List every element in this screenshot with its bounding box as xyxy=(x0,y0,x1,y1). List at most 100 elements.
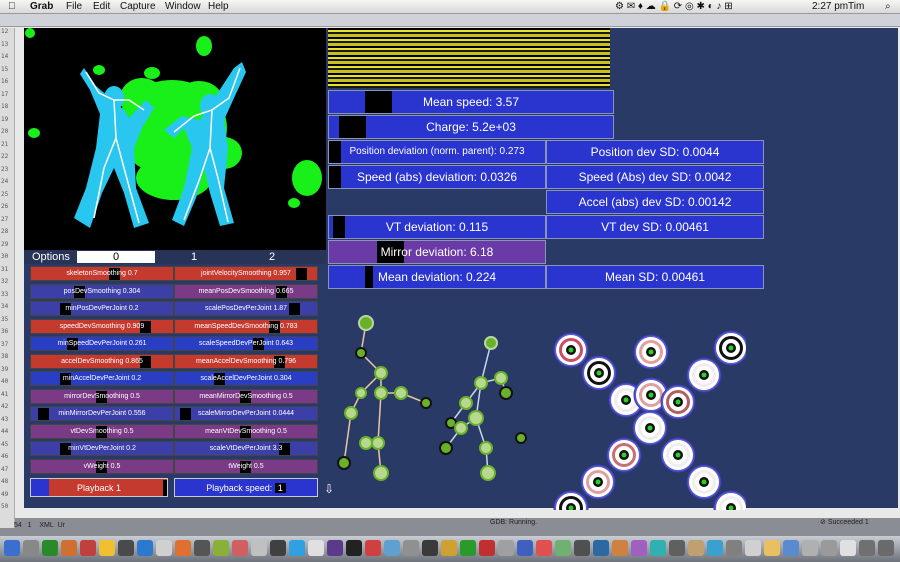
menubar-clock[interactable]: 2:27 pm xyxy=(812,0,848,13)
menubar-user[interactable]: Tim xyxy=(848,0,864,13)
dock-app-icon[interactable] xyxy=(593,540,609,556)
dock-app-icon[interactable] xyxy=(365,540,381,556)
dock-app-icon[interactable] xyxy=(460,540,476,556)
dock-app-icon[interactable] xyxy=(308,540,324,556)
param-label: tWeight 0.5 xyxy=(228,462,264,470)
param-slider-meanMirrorDevSmoothing[interactable]: meanMirrorDevSmoothing 0.5 xyxy=(174,388,318,404)
dock-app-icon[interactable] xyxy=(688,540,704,556)
param-slider-vtDevSmoothing[interactable]: vtDevSmoothing 0.5 xyxy=(30,423,174,439)
dock-app-icon[interactable] xyxy=(80,540,96,556)
param-slider-scaleMirrorDevPerJoint[interactable]: scaleMirrorDevPerJoint 0.0444 xyxy=(174,406,318,421)
param-slider-vWeight[interactable]: vWeight 0.5 xyxy=(30,458,174,474)
dock-app-icon[interactable] xyxy=(840,540,856,556)
dock-app-icon[interactable] xyxy=(536,540,552,556)
param-slider-speedDevSmoothing[interactable]: speedDevSmoothing 0.909 xyxy=(30,318,174,334)
param-knob[interactable] xyxy=(180,408,192,420)
dock-app-icon[interactable] xyxy=(555,540,571,556)
dock-app-icon[interactable] xyxy=(23,540,39,556)
dock-app-icon[interactable] xyxy=(99,540,115,556)
dock-app-icon[interactable] xyxy=(346,540,362,556)
param-slider-minAccelDevPerJoint[interactable]: minAccelDevPerJoint 0.2 xyxy=(30,371,174,386)
param-slider-minPosDevPerJoint[interactable]: minPosDevPerJoint 0.2 xyxy=(30,301,174,316)
param-slider-tWeight[interactable]: tWeight 0.5 xyxy=(174,458,318,474)
dock-app-icon[interactable] xyxy=(574,540,590,556)
param-slider-meanAccelDevSmoothing[interactable]: meanAccelDevSmoothing 0.796 xyxy=(174,353,318,369)
dock-app-icon[interactable] xyxy=(669,540,685,556)
param-knob[interactable] xyxy=(289,303,301,315)
tab-1[interactable]: 1 xyxy=(184,250,204,264)
tab-2[interactable]: 2 xyxy=(262,250,282,264)
dock-app-icon[interactable] xyxy=(422,540,438,556)
menu-capture[interactable]: Capture xyxy=(120,0,156,13)
param-label: scalePosDevPerJoint 1.87 xyxy=(204,305,288,312)
playback-speed-slider[interactable]: Playback speed: 1 xyxy=(174,478,318,497)
dock-app-icon[interactable] xyxy=(289,540,305,556)
dock-app-icon[interactable] xyxy=(764,540,780,556)
dock-app-icon[interactable] xyxy=(194,540,210,556)
dock-app-icon[interactable] xyxy=(384,540,400,556)
param-label: accelDevSmoothing 0.865 xyxy=(61,357,143,365)
dock-app-icon[interactable] xyxy=(612,540,628,556)
line-number: 33 xyxy=(1,290,9,298)
dock-app-icon[interactable] xyxy=(631,540,647,556)
dock-app-icon[interactable] xyxy=(650,540,666,556)
dock-app-icon[interactable] xyxy=(156,540,172,556)
param-knob[interactable] xyxy=(295,268,307,280)
dock-app-icon[interactable] xyxy=(726,540,742,556)
dock-app-icon[interactable] xyxy=(441,540,457,556)
apple-menu-icon[interactable]:  xyxy=(8,0,16,13)
param-slider-minVtDevPerJoint[interactable]: minVtDevPerJoint 0.2 xyxy=(30,441,174,456)
dock-app-icon[interactable] xyxy=(213,540,229,556)
playback-slider[interactable]: Playback 1 xyxy=(30,478,168,497)
status-icons[interactable]: ⚙ ✉ ♦ ☁ 🔒 ⟳ ◎ ✱ ◐ ♪ ⊞ xyxy=(615,0,733,13)
dock-app-icon[interactable] xyxy=(251,540,267,556)
param-slider-jointVelocitySmoothing[interactable]: jointVelocitySmoothing 0.957 xyxy=(174,266,318,281)
dock-app-icon[interactable] xyxy=(821,540,837,556)
spotlight-icon[interactable]: ⌕ xyxy=(885,0,891,13)
dock-app-icon[interactable] xyxy=(4,540,20,556)
dock-app-icon[interactable] xyxy=(479,540,495,556)
dock-app-icon[interactable] xyxy=(232,540,248,556)
dock-app-icon[interactable] xyxy=(118,540,134,556)
param-slider-meanVtDevSmoothing[interactable]: meanVtDevSmoothing 0.5 xyxy=(174,423,318,439)
dock-app-icon[interactable] xyxy=(745,540,761,556)
dock-app-icon[interactable] xyxy=(137,540,153,556)
dock-app-icon[interactable] xyxy=(783,540,799,556)
menu-edit[interactable]: Edit xyxy=(93,0,110,13)
dock-app-icon[interactable] xyxy=(517,540,533,556)
tab-0[interactable]: 0 xyxy=(77,251,155,263)
stat-level-marker xyxy=(365,91,393,113)
playback-knob[interactable] xyxy=(163,480,167,496)
dock-app-icon[interactable] xyxy=(859,540,875,556)
param-slider-minSpeedDevPerJoint[interactable]: minSpeedDevPerJoint 0.261 xyxy=(30,336,174,351)
dock-app-icon[interactable] xyxy=(403,540,419,556)
param-slider-mirrorDevSmoothing[interactable]: mirrorDevSmoothing 0.5 xyxy=(30,388,174,404)
param-knob[interactable] xyxy=(37,408,49,420)
menu-grab[interactable]: Grab xyxy=(30,0,53,13)
dock-app-icon[interactable] xyxy=(175,540,191,556)
dock-app-icon[interactable] xyxy=(878,540,894,556)
dock-app-icon[interactable] xyxy=(270,540,286,556)
dock-app-icon[interactable] xyxy=(498,540,514,556)
stat-text: Mirror deviation: 6.18 xyxy=(380,245,494,259)
param-slider-posDevSmoothing[interactable]: posDevSmoothing 0.304 xyxy=(30,283,174,299)
param-slider-skeletonSmoothing[interactable]: skeletonSmoothing 0.7 xyxy=(30,266,174,281)
dock-app-icon[interactable] xyxy=(802,540,818,556)
menu-help[interactable]: Help xyxy=(208,0,229,13)
param-slider-scaleAccelDevPerJoint[interactable]: scaleAccelDevPerJoint 0.304 xyxy=(174,371,318,386)
dock-app-icon[interactable] xyxy=(61,540,77,556)
dock-app-icon[interactable] xyxy=(707,540,723,556)
param-slider-scaleVtDevPerJoint[interactable]: scaleVtDevPerJoint 3.3 xyxy=(174,441,318,456)
param-slider-accelDevSmoothing[interactable]: accelDevSmoothing 0.865 xyxy=(30,353,174,369)
param-slider-meanPosDevSmoothing[interactable]: meanPosDevSmoothing 0.665 xyxy=(174,283,318,299)
menu-window[interactable]: Window xyxy=(165,0,201,13)
dock-app-icon[interactable] xyxy=(327,540,343,556)
line-number: 39 xyxy=(1,365,9,373)
param-slider-meanSpeedDevSmoothing[interactable]: meanSpeedDevSmoothing 0.783 xyxy=(174,318,318,334)
param-slider-minMirrorDevPerJoint[interactable]: minMirrorDevPerJoint 0.556 xyxy=(30,406,174,421)
param-label: mirrorDevSmoothing 0.5 xyxy=(64,392,140,400)
param-slider-scaleSpeedDevPerJoint[interactable]: scaleSpeedDevPerJoint 0.643 xyxy=(174,336,318,351)
dock-app-icon[interactable] xyxy=(42,540,58,556)
param-slider-scalePosDevPerJoint[interactable]: scalePosDevPerJoint 1.87 xyxy=(174,301,318,316)
menu-file[interactable]: File xyxy=(66,0,82,13)
